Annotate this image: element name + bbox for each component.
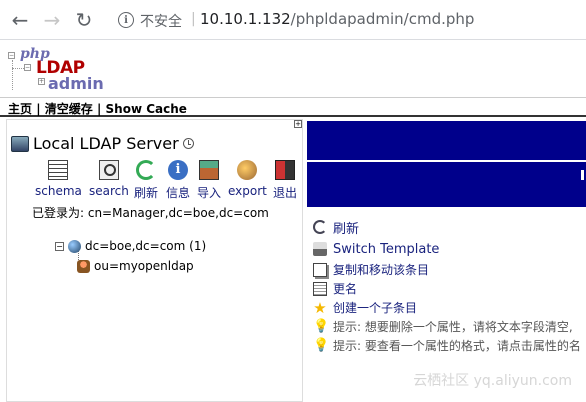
copy-move-action[interactable]: 复制和移动该条目 — [313, 260, 581, 279]
home-link[interactable]: 主页 — [8, 102, 32, 116]
banner-divider — [307, 160, 586, 162]
rename-label: 更名 — [333, 282, 358, 296]
create-child-action[interactable]: ★ 创建一个子条目 — [313, 298, 581, 317]
logged-in-as: 已登录为: cn=Manager,dc=boe,dc=com — [32, 206, 269, 220]
switch-template-action[interactable]: Switch Template — [313, 238, 581, 260]
back-button[interactable]: ← — [8, 8, 32, 32]
import-icon — [199, 160, 219, 180]
back-arrow-icon: ← — [11, 8, 29, 32]
server-name: Local LDAP Server — [33, 134, 179, 153]
search-button[interactable]: search — [89, 160, 129, 198]
address-bar[interactable]: i 不安全 | 10.10.1.132/phpldapadmin/cmd.php — [108, 6, 586, 34]
reload-icon: ↻ — [75, 8, 93, 32]
export-icon — [237, 160, 258, 180]
refresh-icon — [136, 160, 156, 180]
info-label: 信息 — [166, 186, 191, 200]
clear-cache-link[interactable]: 清空缓存 — [45, 102, 93, 116]
schema-label: schema — [35, 184, 82, 198]
rename-icon — [313, 281, 327, 296]
hint-text: 提示: 要查看一个属性的格式，请点击属性的名 — [333, 339, 581, 353]
clock-icon[interactable] — [182, 138, 194, 149]
search-label: search — [89, 184, 129, 198]
lightbulb-icon: 💡 — [313, 337, 330, 353]
entry-actions: 刷新 Switch Template 复制和移动该条目 更名 ★ 创建一个子条目 … — [313, 216, 581, 355]
url-host: 10.10.1.132 — [200, 10, 291, 28]
site-info-icon[interactable]: i — [118, 12, 134, 28]
url-path: /phpldapadmin/cmd.php — [290, 10, 475, 28]
not-secure-label: 不安全 — [140, 14, 182, 30]
info-icon: i — [168, 160, 188, 180]
menu-separator: | — [92, 102, 106, 116]
reload-button[interactable]: ↻ — [72, 8, 96, 32]
schema-icon — [48, 160, 69, 180]
hint-text: 提示: 想要删除一个属性，请将文本字段清空, — [333, 320, 573, 334]
ldap-tree: − dc=boe,dc=com (1) ou=myopenldap — [55, 236, 206, 276]
refresh-action-label: 刷新 — [333, 221, 360, 237]
server-icon — [11, 135, 29, 152]
hint-delete-attribute: 💡 提示: 想要删除一个属性，请将文本字段清空, — [313, 317, 581, 336]
phpldapadmin-logo: − − + php LDAP admin — [8, 46, 108, 96]
schema-button[interactable]: schema — [35, 160, 82, 198]
refresh-action[interactable]: 刷新 — [313, 216, 581, 238]
copy-move-label: 复制和移动该条目 — [333, 263, 430, 277]
collapse-panel-icon[interactable]: + — [294, 120, 302, 128]
tree-node-root: − dc=boe,dc=com (1) — [55, 236, 206, 256]
hint-attribute-format: 💡 提示: 要查看一个属性的格式，请点击属性的名 — [313, 336, 581, 355]
show-cache-link[interactable]: Show Cache — [106, 102, 187, 116]
create-child-label: 创建一个子条目 — [333, 301, 418, 315]
collapse-node-icon[interactable]: − — [55, 241, 64, 251]
globe-icon — [68, 239, 81, 253]
server-panel: Local LDAP Server schema search 刷新 i 信息 导… — [6, 119, 303, 402]
import-label: 导入 — [197, 186, 222, 200]
url-separator: | — [191, 11, 196, 27]
tree-node-child-label[interactable]: ou=myopenldap — [94, 259, 194, 273]
browser-toolbar: ← → ↻ i 不安全 | 10.10.1.132/phpldapadmin/c… — [0, 0, 586, 40]
logo-admin: admin — [48, 74, 104, 93]
lightbulb-icon: 💡 — [313, 318, 330, 334]
logo-box-icon: − — [24, 64, 31, 71]
search-icon — [98, 160, 119, 180]
top-menu: 主页 | 清空缓存 | Show Cache — [0, 97, 586, 117]
forward-button[interactable]: → — [40, 8, 64, 32]
refresh-icon — [313, 220, 327, 234]
entry-header-banner — [307, 121, 586, 207]
export-label: export — [228, 184, 267, 198]
tree-node-root-label[interactable]: dc=boe,dc=com (1) — [85, 239, 206, 253]
star-icon: ★ — [313, 298, 327, 317]
info-button[interactable]: i 信息 — [166, 160, 190, 201]
switch-template-label: Switch Template — [333, 241, 440, 257]
refresh-label: 刷新 — [134, 186, 159, 200]
import-button[interactable]: 导入 — [197, 160, 221, 201]
server-toolbar: schema search 刷新 i 信息 导入 export 退出 — [7, 160, 304, 200]
organizational-unit-icon — [77, 259, 90, 273]
rename-action[interactable]: 更名 — [313, 279, 581, 298]
export-button[interactable]: export — [228, 160, 267, 198]
forward-arrow-icon: → — [43, 8, 61, 32]
entry-panel: 刷新 Switch Template 复制和移动该条目 更名 ★ 创建一个子条目 … — [307, 119, 586, 402]
logo-tree-line — [12, 60, 13, 90]
server-title: Local LDAP Server — [11, 134, 194, 153]
logout-label: 退出 — [273, 186, 298, 200]
watermark: 云栖社区 yq.aliyun.com — [413, 373, 572, 389]
logout-icon — [275, 160, 295, 180]
copy-icon — [313, 262, 327, 277]
logo-box-icon: − — [8, 52, 15, 59]
tree-node-child: ou=myopenldap — [77, 256, 206, 276]
refresh-button[interactable]: 刷新 — [134, 160, 158, 201]
banner-marker — [581, 170, 584, 180]
template-icon — [313, 242, 327, 256]
logo-box-icon: + — [38, 78, 45, 85]
logout-button[interactable]: 退出 — [273, 160, 297, 201]
menu-separator: | — [32, 102, 45, 116]
url-text[interactable]: 10.10.1.132/phpldapadmin/cmd.php — [200, 10, 474, 28]
